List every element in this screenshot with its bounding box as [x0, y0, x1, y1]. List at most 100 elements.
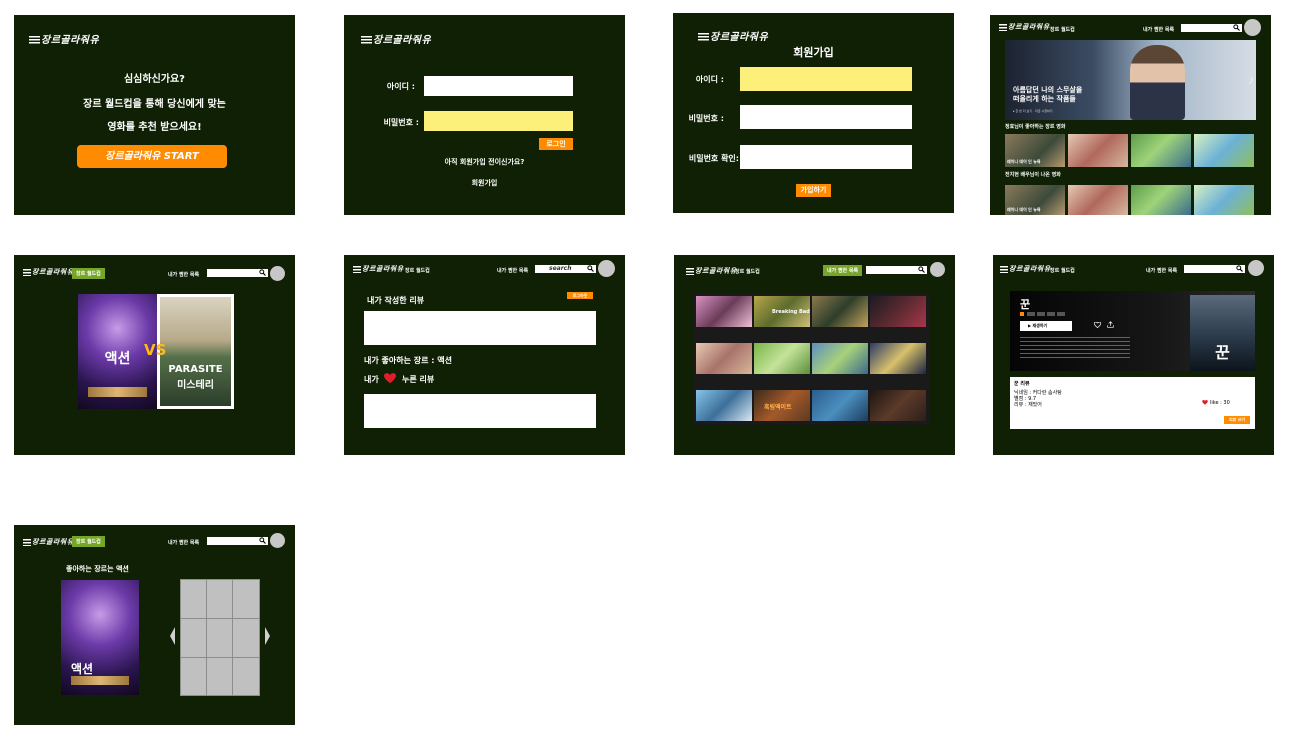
app-logo[interactable]: 장르골라줘유 — [998, 22, 1050, 32]
mylist-screen: 장르골라줘유 장르 월드컵 내가 찜한 목록 Breaking Bad 흑림액이… — [674, 255, 955, 455]
app-logo[interactable]: 장르골라줘유 — [352, 264, 404, 274]
search-input[interactable] — [866, 266, 927, 274]
nav-my-list[interactable]: 내가 찜한 목록 — [1146, 267, 1177, 274]
row1-thumb-2[interactable] — [1068, 134, 1128, 167]
worldcup-left-logo — [88, 387, 147, 397]
nav-genre-worldcup[interactable]: 장르 월드컵 — [1050, 26, 1075, 33]
nav-genre-worldcup[interactable]: 장르 월드컵 — [405, 267, 430, 274]
search-input[interactable] — [1184, 265, 1245, 273]
worldcup-screen: 장르골라줘유 장르 월드컵 내가 찜한 목록 액션 PARASITE 미스테리 … — [14, 255, 295, 455]
hero-next-arrow-icon[interactable] — [1246, 77, 1254, 84]
logout-button[interactable]: 로그아웃 — [567, 292, 593, 299]
avatar[interactable] — [1244, 19, 1261, 36]
row2-thumb-4[interactable] — [1194, 185, 1254, 215]
next-arrow-icon[interactable] — [265, 627, 270, 645]
grid-cell[interactable] — [180, 657, 207, 696]
row2-thumb-1[interactable]: 레이니 데이 인 뉴욕 — [1005, 185, 1065, 215]
password-input[interactable] — [424, 111, 573, 131]
detail-screen: 장르골라줘유 장르 월드컵 내가 찜한 목록 꾼 ▶ 재생하기 꾼 꾼 리뷰 닉… — [993, 255, 1274, 455]
hero-banner[interactable]: 아름답던 나의 스무살을 떠올리게 하는 작품들 ▸ 한 번 더 보기 · 지금… — [1005, 40, 1256, 120]
worldcup-right-poster[interactable]: PARASITE 미스테리 — [157, 294, 234, 409]
nav-my-list[interactable]: 내가 찜한 목록 — [168, 539, 199, 546]
row2-thumb-3[interactable] — [1131, 185, 1191, 215]
mypage-screen: 장르골라줘유 장르 월드컵 내가 찜한 목록 search 로그아웃 내가 작성… — [344, 255, 625, 455]
signup-password-input[interactable] — [740, 105, 912, 129]
mylist-tile[interactable]: Breaking Bad — [754, 296, 810, 327]
search-icon — [918, 266, 925, 273]
mylist-tile[interactable] — [812, 296, 868, 327]
my-reviews-title: 내가 작성한 리뷰 — [367, 296, 425, 305]
mylist-tile[interactable] — [812, 390, 868, 421]
row1-title: 정효님이 좋아하는 장르 영화 — [1005, 124, 1066, 130]
heart-icon[interactable] — [1202, 400, 1208, 405]
mylist-tile[interactable] — [754, 343, 810, 374]
signup-link[interactable]: 회원가입 — [344, 178, 625, 188]
detail-poster[interactable]: 꾼 — [1190, 295, 1255, 371]
row1-thumb-3[interactable] — [1131, 134, 1191, 167]
mylist-tile[interactable] — [870, 343, 926, 374]
intro-line-3: 영화를 추천 받으세요! — [107, 122, 202, 133]
nav-genre-worldcup[interactable]: 장르 월드컵 — [72, 268, 105, 279]
worldcup-right-caption: 미스테리 — [177, 380, 214, 391]
nav-genre-worldcup[interactable]: 장르 월드컵 — [72, 536, 105, 547]
mylist-tile[interactable] — [870, 296, 926, 327]
nav-my-list[interactable]: 내가 찜한 목록 — [168, 271, 199, 278]
avatar[interactable] — [270, 266, 285, 281]
start-button[interactable]: 장르골라줘유 START — [77, 145, 227, 168]
app-logo[interactable]: 장르골라줘유 — [697, 28, 768, 43]
prev-arrow-icon[interactable] — [170, 627, 175, 645]
search-icon — [1233, 24, 1240, 31]
app-logo[interactable]: 장르골라줘유 — [22, 537, 74, 547]
grid-cell[interactable] — [232, 579, 260, 619]
mylist-tile[interactable] — [696, 296, 752, 327]
mylist-tile[interactable]: 흑림액이트 — [754, 390, 810, 421]
write-review-button[interactable]: 리뷰 쓰기 — [1224, 416, 1250, 424]
home-screen: 장르골라줘유 장르 월드컵 내가 찜한 목록 아름답던 나의 스무살을 떠올리게… — [990, 15, 1271, 215]
search-input[interactable] — [207, 269, 268, 277]
share-icon[interactable] — [1107, 321, 1114, 328]
app-logo[interactable]: 장르골라줘유 — [28, 31, 99, 46]
nav-genre-worldcup[interactable]: 장르 월드컵 — [1050, 267, 1075, 274]
vs-label: VS — [144, 341, 167, 359]
row2-thumb-2[interactable] — [1068, 185, 1128, 215]
result-poster[interactable]: 액션 — [61, 580, 139, 695]
nav-my-list[interactable]: 내가 찜한 목록 — [1143, 26, 1174, 33]
nav-my-list[interactable]: 내가 찜한 목록 — [823, 265, 863, 276]
signup-submit-button[interactable]: 가입하기 — [796, 184, 831, 197]
app-logo[interactable]: 장르골라줘유 — [22, 267, 74, 277]
row1-thumb-1[interactable]: 레이니 데이 인 뉴욕 — [1005, 134, 1065, 167]
play-button-label: ▶ 재생하기 — [1028, 323, 1048, 328]
search-input[interactable]: search — [535, 265, 596, 273]
nav-genre-worldcup[interactable]: 장르 월드컵 — [735, 268, 760, 275]
app-logo[interactable]: 장르골라줘유 — [360, 31, 431, 46]
grid-cell[interactable] — [206, 657, 233, 696]
search-input[interactable] — [1181, 24, 1242, 32]
avatar[interactable] — [1248, 260, 1264, 276]
search-input[interactable] — [207, 537, 268, 545]
login-button[interactable]: 로그인 — [539, 138, 573, 150]
grid-cell[interactable] — [180, 579, 207, 619]
grid-cell[interactable] — [180, 618, 207, 658]
rating-badge — [1020, 312, 1024, 316]
id-input[interactable] — [424, 76, 573, 96]
grid-cell[interactable] — [232, 618, 260, 658]
grid-cell[interactable] — [206, 618, 233, 658]
mylist-tile[interactable] — [696, 343, 752, 374]
like-outline-icon[interactable] — [1094, 322, 1101, 328]
app-logo[interactable]: 장르골라줘유 — [685, 266, 737, 276]
avatar[interactable] — [270, 533, 285, 548]
mylist-tile[interactable] — [696, 390, 752, 421]
avatar[interactable] — [930, 262, 945, 277]
mylist-tile[interactable] — [812, 343, 868, 374]
signup-password-confirm-input[interactable] — [740, 145, 912, 169]
avatar[interactable] — [598, 260, 615, 277]
app-logo[interactable]: 장르골라줘유 — [999, 264, 1051, 274]
grid-cell[interactable] — [206, 579, 233, 619]
row1-thumb-4[interactable] — [1194, 134, 1254, 167]
nav-my-list[interactable]: 내가 찜한 목록 — [497, 267, 528, 274]
signup-id-input[interactable] — [740, 67, 912, 91]
play-button[interactable]: ▶ 재생하기 — [1020, 321, 1072, 331]
row2-title: 전지현 배우님이 나온 영화 — [1005, 172, 1061, 178]
grid-cell[interactable] — [232, 657, 260, 696]
mylist-tile[interactable] — [870, 390, 926, 421]
